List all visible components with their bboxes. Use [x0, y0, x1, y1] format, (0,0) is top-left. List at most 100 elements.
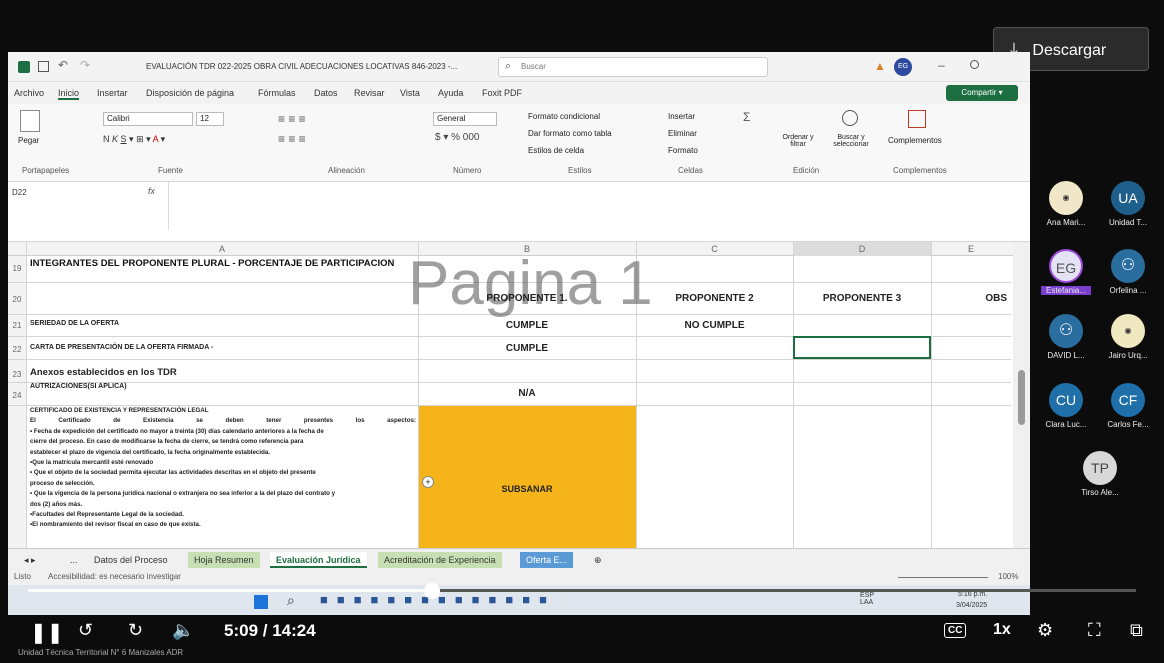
- speed-button[interactable]: 1x: [993, 621, 1011, 639]
- cell-b21[interactable]: CUMPLE: [418, 320, 636, 331]
- warning-icon[interactable]: ▲: [874, 59, 886, 73]
- row-header[interactable]: 19: [8, 264, 26, 273]
- complements-icon[interactable]: [908, 110, 926, 128]
- selected-cell[interactable]: [793, 336, 931, 359]
- cell-b20[interactable]: PROPONENTE 1.: [418, 293, 636, 304]
- windows-start-icon[interactable]: [254, 595, 268, 609]
- share-button[interactable]: Compartir ▾: [946, 85, 1018, 101]
- row-header[interactable]: 24: [8, 391, 26, 400]
- participant-avatar[interactable]: ◉: [1049, 181, 1083, 215]
- popout-icon[interactable]: ⧉: [1130, 620, 1143, 641]
- fx-icon[interactable]: fx: [148, 186, 155, 196]
- taskbar-date[interactable]: 3/04/2025: [956, 602, 987, 609]
- row-header[interactable]: 20: [8, 295, 26, 304]
- format-button[interactable]: Formato: [668, 146, 698, 155]
- row-header[interactable]: 21: [8, 321, 26, 330]
- participant-avatar[interactable]: UA: [1111, 181, 1145, 215]
- cell-e20[interactable]: OBS: [931, 293, 1011, 304]
- participant-avatar[interactable]: TP: [1083, 451, 1117, 485]
- zoom-slider[interactable]: [898, 577, 988, 578]
- menu-ayuda[interactable]: Ayuda: [438, 88, 463, 98]
- cell-a23[interactable]: Anexos establecidos en los TDR: [30, 367, 177, 378]
- fullscreen-icon[interactable]: ⛶: [1088, 620, 1101, 641]
- cell-a21[interactable]: SERIEDAD DE LA OFERTA: [30, 320, 119, 327]
- taskbar-lang[interactable]: ESP LAA: [860, 592, 874, 606]
- cell-a25[interactable]: CERTIFICADO DE EXISTENCIA Y REPRESENTACI…: [30, 406, 416, 548]
- menu-formulas[interactable]: Fórmulas: [258, 88, 296, 98]
- col-header-e[interactable]: E: [931, 242, 1011, 256]
- scroll-thumb[interactable]: [1018, 370, 1025, 425]
- save-icon[interactable]: [38, 61, 49, 72]
- font-name-select[interactable]: Calibri: [103, 112, 193, 126]
- subsanar-cell[interactable]: [418, 405, 636, 548]
- maximize-icon[interactable]: [970, 60, 979, 69]
- participant-avatar[interactable]: ◉: [1111, 314, 1145, 348]
- paste-label[interactable]: Pegar: [18, 136, 39, 145]
- row-header[interactable]: 22: [8, 345, 26, 354]
- cell-b24[interactable]: N/A: [418, 388, 636, 399]
- menu-vista[interactable]: Vista: [400, 88, 420, 98]
- row-header[interactable]: 23: [8, 370, 26, 379]
- participant-avatar[interactable]: CU: [1049, 383, 1083, 417]
- paste-icon[interactable]: [20, 110, 40, 132]
- tab-acreditacion[interactable]: Acreditación de Experiencia: [378, 552, 502, 568]
- cell-a22[interactable]: CARTA DE PRESENTACIÓN DE LA OFERTA FIRMA…: [30, 344, 213, 351]
- vertical-scrollbar[interactable]: [1013, 242, 1030, 548]
- participant-avatar[interactable]: CF: [1111, 383, 1145, 417]
- rewind-10-icon[interactable]: ↺: [78, 620, 93, 641]
- taskbar-search-icon[interactable]: ⌕: [287, 592, 295, 609]
- accessibility-status[interactable]: Accesibilidad: es necesario investigar: [48, 572, 181, 581]
- formula-input[interactable]: [168, 182, 1013, 230]
- participant-avatar[interactable]: EG: [1049, 249, 1083, 283]
- table-format-button[interactable]: Dar formato como tabla: [528, 129, 612, 138]
- pause-icon[interactable]: ❚❚: [30, 620, 64, 645]
- name-box[interactable]: D22: [12, 186, 72, 200]
- menu-foxit[interactable]: Foxit PDF: [482, 88, 522, 98]
- user-avatar[interactable]: EG: [894, 58, 912, 76]
- zoom-level[interactable]: 100%: [998, 572, 1018, 581]
- redo-icon[interactable]: ↷: [80, 58, 90, 72]
- settings-icon[interactable]: ⚙: [1037, 620, 1053, 641]
- video-progress-bar[interactable]: [28, 583, 1136, 599]
- find-select-button[interactable]: Buscar y seleccionar: [823, 134, 879, 148]
- insert-button[interactable]: Insertar: [668, 112, 695, 121]
- menu-inicio[interactable]: Inicio: [58, 88, 80, 100]
- complements-button[interactable]: Complementos: [888, 136, 942, 145]
- cell-b22[interactable]: CUMPLE: [418, 343, 636, 354]
- cell-c20[interactable]: PROPONENTE 2: [636, 293, 793, 304]
- sort-filter-button[interactable]: Ordenar y filtrar: [776, 134, 820, 148]
- cell-a19[interactable]: INTEGRANTES DEL PROPONENTE PLURAL - PORC…: [30, 258, 394, 269]
- cell-a24[interactable]: AUTRIZACIONES(SI APLICA): [30, 383, 127, 390]
- tab-datos-proceso[interactable]: Datos del Proceso: [88, 552, 174, 568]
- cell-b25[interactable]: SUBSANAR: [418, 484, 636, 494]
- spreadsheet-grid[interactable]: A B C D E 19 20 21 22 23 24 Pagina 1 INT…: [8, 242, 1030, 548]
- align-icon[interactable]: ≡ ≡ ≡: [278, 112, 306, 126]
- add-sheet-icon[interactable]: ⊕: [588, 552, 608, 568]
- tab-hoja-resumen[interactable]: Hoja Resumen: [188, 552, 260, 568]
- align-icon-2[interactable]: ≡ ≡ ≡: [278, 132, 306, 146]
- menu-insertar[interactable]: Insertar: [97, 88, 128, 98]
- cond-format-button[interactable]: Formato condicional: [528, 112, 600, 121]
- tab-oferta[interactable]: Oferta E...: [520, 552, 574, 568]
- participant-avatar[interactable]: ⚇: [1111, 249, 1145, 283]
- minimize-icon[interactable]: –: [938, 58, 945, 72]
- undo-icon[interactable]: ↶: [58, 58, 68, 72]
- cell-c21[interactable]: NO CUMPLE: [636, 320, 793, 331]
- col-header-a[interactable]: A: [26, 242, 418, 256]
- menu-archivo[interactable]: Archivo: [14, 88, 44, 98]
- captions-button[interactable]: CC: [944, 623, 967, 638]
- forward-10-icon[interactable]: ↻: [128, 620, 143, 641]
- menu-revisar[interactable]: Revisar: [354, 88, 385, 98]
- tab-evaluacion-juridica[interactable]: Evaluación Jurídica: [270, 552, 367, 568]
- sigma-icon[interactable]: Σ: [743, 110, 750, 124]
- delete-button[interactable]: Eliminar: [668, 129, 697, 138]
- cell-d20[interactable]: PROPONENTE 3: [793, 293, 931, 304]
- taskbar-time[interactable]: 5:16 p.m.: [958, 591, 987, 598]
- volume-icon[interactable]: 🔈: [172, 620, 194, 641]
- menu-datos[interactable]: Datos: [314, 88, 338, 98]
- col-header-c[interactable]: C: [636, 242, 793, 256]
- menu-disposicion[interactable]: Disposición de página: [146, 88, 234, 98]
- number-format-select[interactable]: General: [433, 112, 497, 126]
- font-size-select[interactable]: 12: [196, 112, 224, 126]
- currency-icon[interactable]: $ ▾ % 000: [435, 132, 480, 143]
